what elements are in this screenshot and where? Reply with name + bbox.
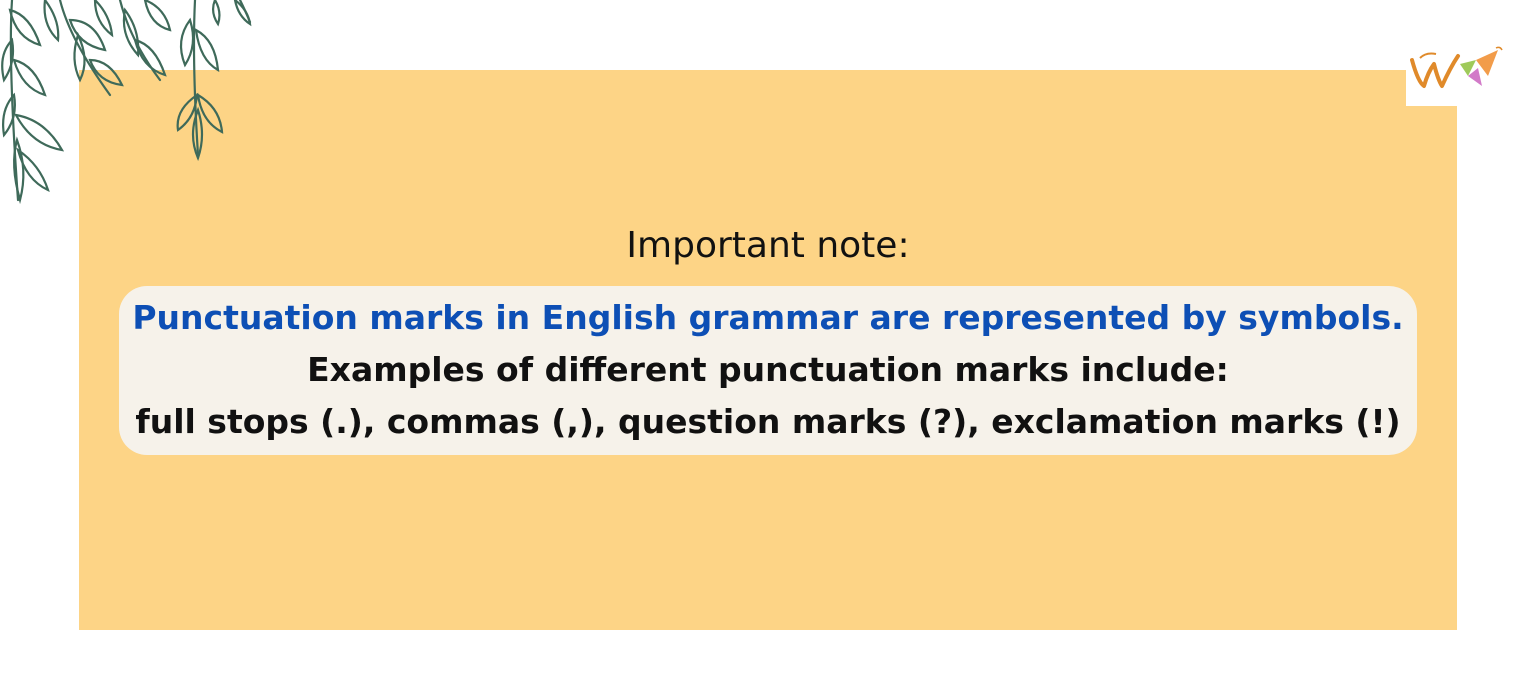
note-card: Punctuation marks in English grammar are…	[119, 286, 1417, 455]
slide-canvas: Important note: Punctuation marks in Eng…	[0, 0, 1536, 700]
note-line-examples-intro: Examples of different punctuation marks …	[307, 350, 1229, 389]
note-line-examples: full stops (.), commas (,), question mar…	[135, 402, 1401, 441]
note-line-definition: Punctuation marks in English grammar are…	[132, 298, 1404, 337]
note-heading: Important note:	[626, 225, 910, 266]
hanging-leaves-decoration	[1, 0, 252, 205]
w-logo-icon	[1410, 46, 1503, 88]
logo-box	[1406, 42, 1508, 106]
